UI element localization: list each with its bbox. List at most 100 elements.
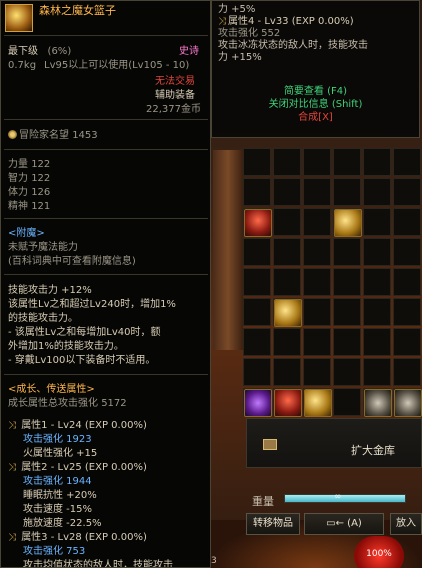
iron-helm-item-icon[interactable] (394, 389, 422, 417)
storage-slot[interactable] (393, 328, 421, 356)
expand-storage-button[interactable]: 扩大金库 (246, 418, 422, 468)
red-armor-item-icon[interactable] (274, 389, 302, 417)
storage-slot[interactable] (393, 208, 421, 236)
storage-slot[interactable] (303, 328, 331, 356)
storage-slot[interactable] (273, 238, 301, 266)
gold-box-item-icon[interactable] (274, 299, 302, 327)
arrange-button[interactable]: ▭← (A) (304, 513, 384, 535)
purple-orb-item-icon[interactable] (244, 389, 272, 417)
growth-attr3-title: ⤨ 属性3 - Lv28 (EXP 0.00%) (8, 532, 147, 543)
storage-slot[interactable] (333, 148, 361, 176)
storage-slot[interactable] (303, 268, 331, 296)
storage-slot[interactable] (333, 178, 361, 206)
storage-slot[interactable] (303, 208, 331, 236)
storage-slot[interactable] (243, 358, 271, 386)
storage-slot[interactable] (393, 358, 421, 386)
storage-slot[interactable] (273, 178, 301, 206)
gold-weapon-item-icon[interactable] (304, 389, 332, 417)
storage-slot[interactable] (393, 298, 421, 326)
storage-slot[interactable] (363, 148, 391, 176)
hp-orb: 100% (354, 536, 404, 568)
stat-spi: 精神 121 (8, 201, 51, 212)
storage-slot[interactable] (363, 358, 391, 386)
storage-grid (243, 148, 422, 417)
storage-slot[interactable] (303, 358, 331, 386)
close-compare-link[interactable]: 关闭对比信息 (Shift) (212, 98, 419, 111)
storage-slot[interactable] (303, 238, 331, 266)
growth-attr2-line3: 施放速度 -22.5% (23, 518, 102, 529)
storage-slot[interactable] (333, 268, 361, 296)
item-basket-icon (5, 4, 33, 32)
storage-slot[interactable] (363, 178, 391, 206)
storage-slot[interactable] (243, 268, 271, 296)
storage-slot[interactable] (363, 268, 391, 296)
growth-attr2-line2: 攻击速度 -15% (23, 504, 93, 515)
skill-line-2: 的技能攻击力。 (8, 313, 78, 324)
storage-slot[interactable] (243, 328, 271, 356)
expand-storage-label: 扩大金库 (351, 444, 395, 457)
storage-slot[interactable] (363, 238, 391, 266)
compare-tooltip: 力 +5% ⤨ 属性4 - Lv33 (EXP 0.00%) 攻击强化 552 攻… (211, 0, 420, 138)
storage-slot[interactable] (273, 268, 301, 296)
storage-slot[interactable] (273, 208, 301, 236)
item-name: 森林之魔女篮子 (39, 4, 116, 17)
storage-slot[interactable] (273, 358, 301, 386)
item-weight: 0.7kg (8, 60, 37, 71)
storage-slot[interactable] (393, 268, 421, 296)
arrange-label: ← (A) (335, 518, 362, 529)
compare-attr4-desc2: 力 +15% (218, 52, 262, 63)
deposit-button[interactable]: 放入 (390, 513, 422, 535)
storage-slot[interactable] (273, 328, 301, 356)
skill-line-5: - 穿戴Lv100以下装备时不适用。 (8, 355, 156, 366)
red-gem-item-icon[interactable] (244, 209, 272, 237)
skill-line-0: 技能攻击力 +12% (8, 285, 92, 296)
storage-slot[interactable] (333, 328, 361, 356)
skill-line-1: 该属性Lv之和超过Lv240时，增加1% (8, 299, 176, 310)
swap-arrows-icon: ⤨ (8, 532, 16, 543)
iron-gauntlet-item-icon[interactable] (364, 389, 392, 417)
storage-slot[interactable] (333, 358, 361, 386)
pillar-decoration (213, 150, 243, 350)
growth-attr1-line0: 攻击强化 1923 (23, 434, 92, 445)
golden-wing-item-icon[interactable] (334, 209, 362, 237)
storage-slot[interactable] (333, 388, 361, 416)
storage-slot[interactable] (333, 238, 361, 266)
storage-slot[interactable] (243, 298, 271, 326)
weight-value: ∞ (334, 492, 342, 502)
growth-total: 成长属性总攻击强化 5172 (8, 398, 127, 409)
storage-slot[interactable] (363, 208, 391, 236)
storage-slot[interactable] (243, 178, 271, 206)
storage-slot[interactable] (303, 148, 331, 176)
storage-slot[interactable] (363, 328, 391, 356)
storage-slot[interactable] (393, 178, 421, 206)
compare-attr4-desc1: 攻击冰冻状态的敌人时，技能攻击 (218, 40, 368, 51)
compare-attr4-title: ⤨ 属性4 - Lv33 (EXP 0.00%) (218, 16, 354, 27)
min-level-label: 最下级 (6%) (8, 46, 72, 57)
storage-slot[interactable] (243, 238, 271, 266)
brief-view-link[interactable]: 简要查看 (F4) (212, 85, 419, 98)
compare-attr4-atk: 攻击强化 552 (218, 28, 281, 39)
stat-str: 力量 122 (8, 159, 51, 170)
storage-slot[interactable] (243, 148, 271, 176)
level-requirement: Lv95以上可以使用(Lv105 - 10) (44, 60, 190, 71)
growth-attr2-line0: 攻击强化 1944 (23, 476, 92, 487)
enchant-line1: 未赋予魔法能力 (8, 242, 78, 253)
growth-header: <成长、传送属性> (8, 384, 95, 395)
skill-line-3: - 该属性Lv之和每增加Lv40时，额 (8, 327, 161, 338)
storage-slot[interactable] (393, 148, 421, 176)
storage-slot[interactable] (303, 298, 331, 326)
storage-slot[interactable] (393, 238, 421, 266)
growth-attr3-line1: 攻击均值状态的敌人时，技能攻击 (23, 560, 173, 568)
item-price: 22,377金币 (146, 104, 201, 115)
growth-attr1-line1: 火属性强化 +15 (23, 448, 98, 459)
compare-prev-line: 力 +5% (218, 4, 256, 15)
storage-slot[interactable] (363, 298, 391, 326)
transfer-items-button[interactable]: 转移物品 (246, 513, 300, 535)
synth-link[interactable]: 合成[X] (212, 111, 419, 124)
growth-attr1-title: ⤨ 属性1 - Lv24 (EXP 0.00%) (8, 420, 147, 431)
storage-slot[interactable] (273, 148, 301, 176)
swap-arrows-icon: ⤨ (218, 16, 226, 27)
storage-slot[interactable] (333, 298, 361, 326)
weight-label: 重量 (252, 495, 274, 508)
storage-slot[interactable] (303, 178, 331, 206)
